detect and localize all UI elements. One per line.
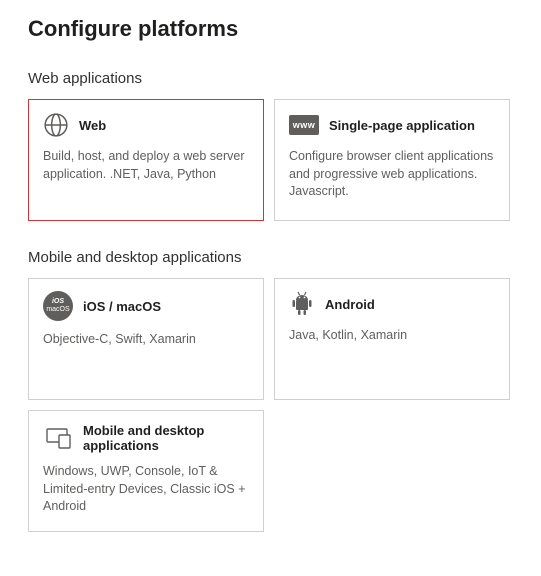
section-title-mobile: Mobile and desktop applications xyxy=(28,249,513,266)
globe-icon xyxy=(43,112,69,138)
card-title: Mobile and desktop applications xyxy=(83,423,249,453)
android-icon xyxy=(289,291,315,317)
card-desc: Windows, UWP, Console, IoT & Limited-ent… xyxy=(43,463,249,516)
platform-card-web[interactable]: Web Build, host, and deploy a web server… xyxy=(28,99,264,221)
page-title: Configure platforms xyxy=(28,16,513,42)
mobile-card-grid: iOSmacOS iOS / macOS Objective-C, Swift,… xyxy=(28,278,513,532)
card-desc: Objective-C, Swift, Xamarin xyxy=(43,331,249,349)
devices-icon xyxy=(43,425,73,451)
card-desc: Build, host, and deploy a web server app… xyxy=(43,148,249,183)
platform-card-android[interactable]: Android Java, Kotlin, Xamarin xyxy=(274,278,510,400)
section-title-web: Web applications xyxy=(28,70,513,87)
card-desc: Java, Kotlin, Xamarin xyxy=(289,327,495,345)
web-card-grid: Web Build, host, and deploy a web server… xyxy=(28,99,513,221)
platform-card-ios[interactable]: iOSmacOS iOS / macOS Objective-C, Swift,… xyxy=(28,278,264,400)
platform-card-desktop[interactable]: Mobile and desktop applications Windows,… xyxy=(28,410,264,532)
www-icon: www xyxy=(289,112,319,138)
card-title: Web xyxy=(79,118,106,133)
card-desc: Configure browser client applications an… xyxy=(289,148,495,201)
card-title: Android xyxy=(325,297,375,312)
card-title: Single-page application xyxy=(329,118,475,133)
platform-card-spa[interactable]: www Single-page application Configure br… xyxy=(274,99,510,221)
card-title: iOS / macOS xyxy=(83,299,161,314)
ios-macos-icon: iOSmacOS xyxy=(43,291,73,321)
